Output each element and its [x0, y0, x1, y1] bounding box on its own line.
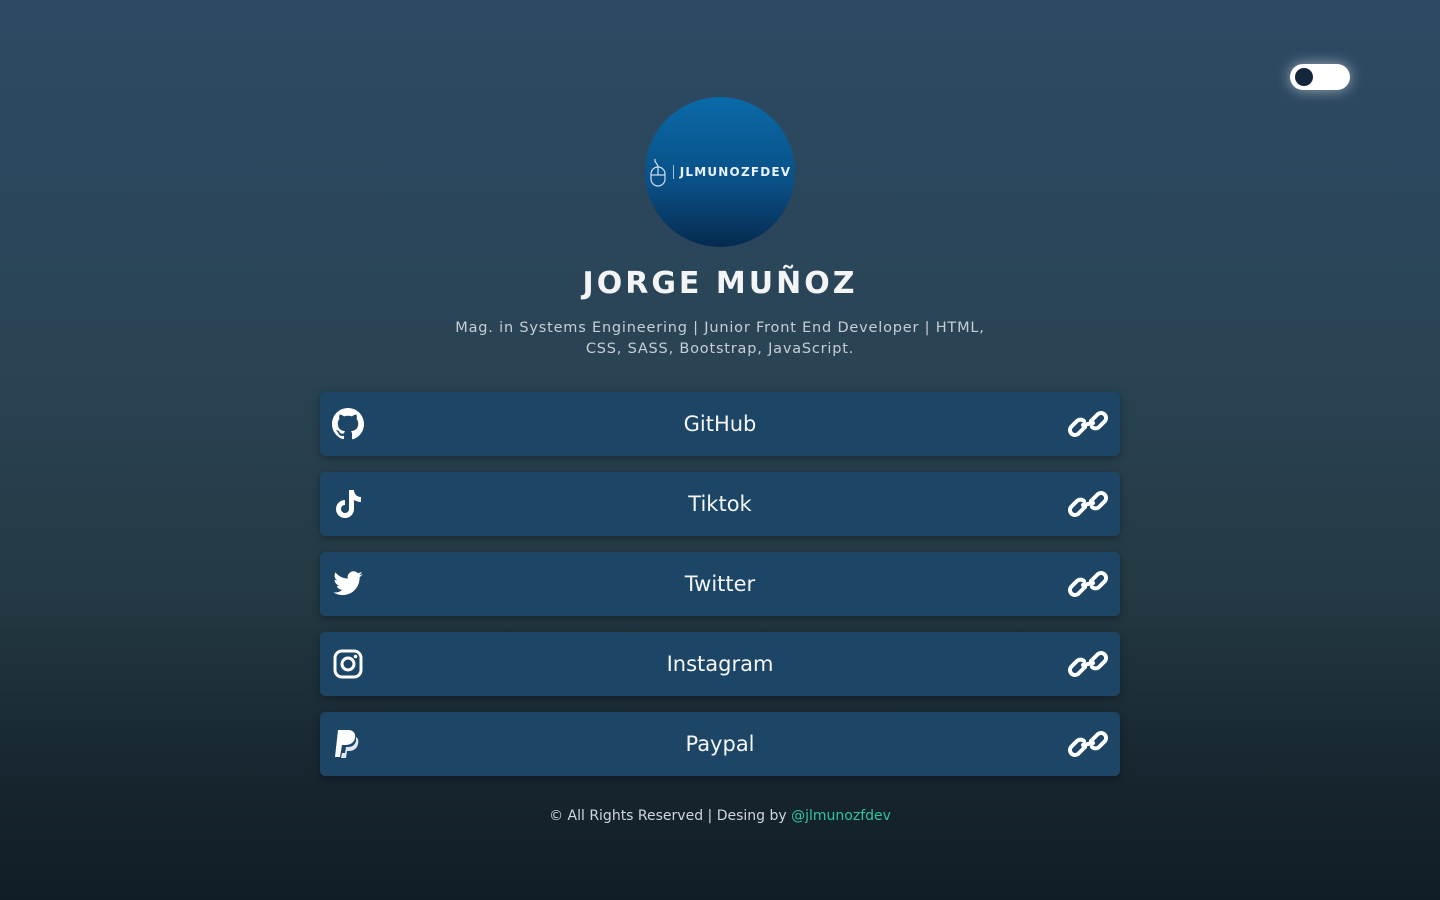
footer-text: © All Rights Reserved | Desing by: [549, 808, 792, 824]
link-paypal[interactable]: Paypal: [320, 712, 1120, 776]
link-icon: [1068, 571, 1108, 597]
link-label: Tiktok: [688, 492, 752, 516]
tiktok-icon: [336, 490, 361, 518]
link-tiktok[interactable]: Tiktok: [320, 472, 1120, 536]
link-icon: [1068, 731, 1108, 757]
link-instagram[interactable]: Instagram: [320, 632, 1120, 696]
instagram-icon: [333, 649, 363, 679]
link-list: GitHub Tiktok Twitter Instagram Paypal: [320, 392, 1120, 792]
theme-toggle[interactable]: [1290, 64, 1350, 90]
link-icon: [1068, 651, 1108, 677]
link-label: Paypal: [685, 732, 755, 756]
avatar: JLMUNOZFDEV: [645, 97, 795, 247]
link-twitter[interactable]: Twitter: [320, 552, 1120, 616]
author-link[interactable]: @jlmunozfdev: [791, 808, 891, 824]
twitter-icon: [333, 571, 363, 596]
toggle-knob: [1295, 68, 1313, 86]
link-github[interactable]: GitHub: [320, 392, 1120, 456]
logo-text: JLMUNOZFDEV: [672, 165, 792, 179]
link-icon: [1068, 411, 1108, 437]
link-icon: [1068, 491, 1108, 517]
footer: © All Rights Reserved | Desing by @jlmun…: [0, 808, 1440, 824]
github-icon: [332, 408, 364, 440]
paypal-icon: [335, 730, 359, 758]
profile-bio: Mag. in Systems Engineering | Junior Fro…: [455, 320, 985, 357]
link-label: Instagram: [666, 652, 774, 676]
link-label: Twitter: [684, 572, 756, 596]
link-label: GitHub: [683, 412, 757, 436]
profile-name: JORGE MUÑOZ: [582, 266, 858, 301]
mouse-icon: [650, 158, 666, 187]
